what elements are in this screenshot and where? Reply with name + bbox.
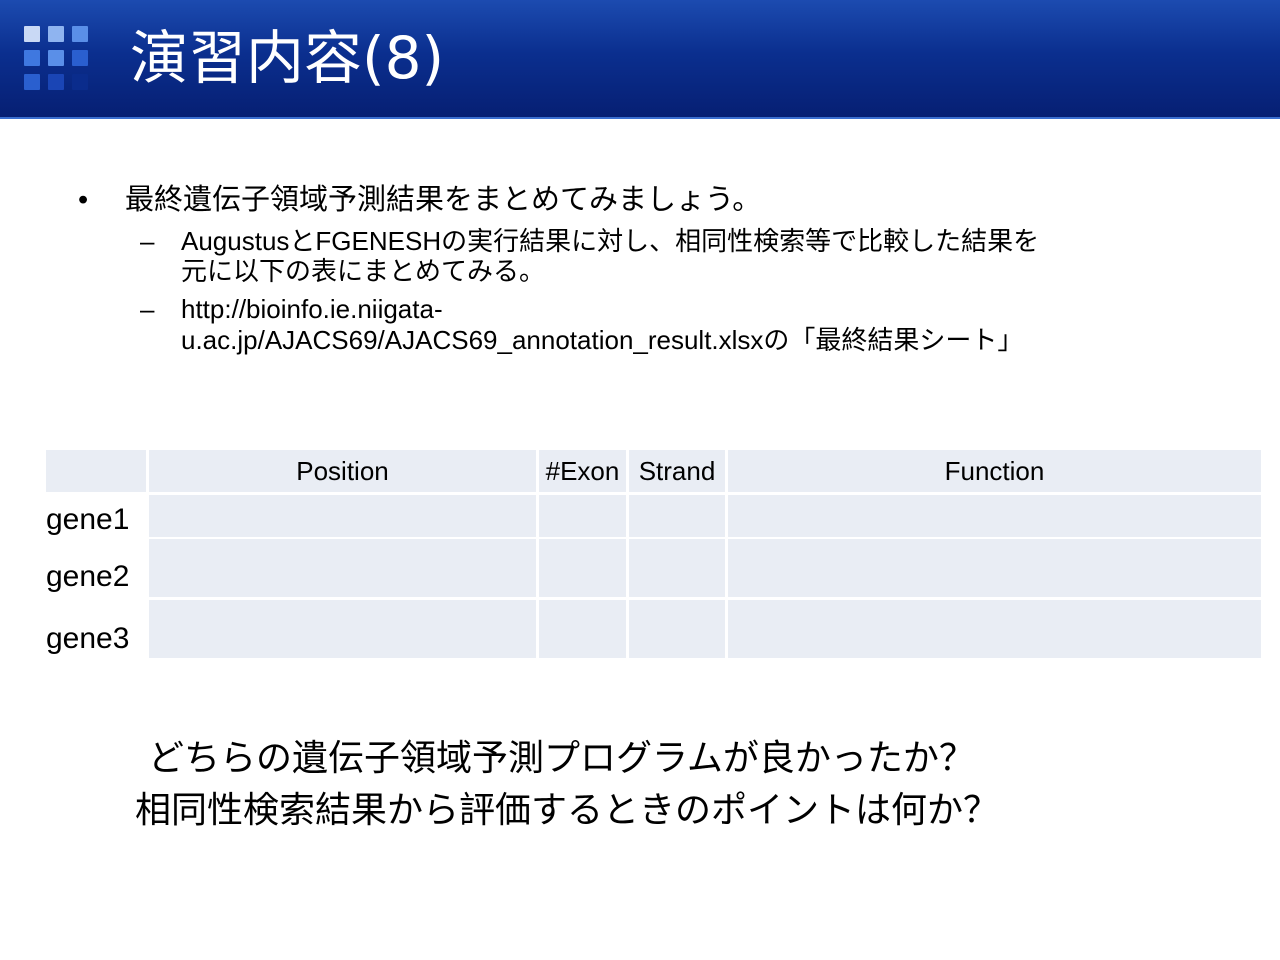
table-cell [728, 600, 1261, 658]
table-header-position: Position [149, 450, 536, 492]
table-cell [149, 539, 536, 597]
table-cell [629, 600, 725, 658]
table-row-label: gene3 [46, 622, 130, 655]
sub-bullet-1-line-2: 元に以下の表にまとめてみる。 [181, 256, 546, 286]
logo-grid-icon [24, 26, 94, 96]
table-header-strand: Strand [629, 450, 725, 492]
slide-header: 演習内容(8) [0, 0, 1280, 119]
table-cell [149, 600, 536, 658]
sub-bullet-dash: – [140, 294, 155, 324]
bullet-main-text: 最終遺伝子領域予測結果をまとめてみましょう。 [125, 184, 762, 216]
slide-title: 演習内容(8) [130, 24, 445, 92]
bullet-mark: • [78, 184, 89, 216]
table-cell [539, 600, 626, 658]
table-cell [539, 495, 626, 537]
question-1: どちらの遺伝子領域予測プログラムが良かったか？ [148, 738, 975, 779]
table-header-exon: #Exon [539, 450, 626, 492]
sub-bullet-2-url-line-1: http://bioinfo.ie.niigata- [181, 294, 443, 324]
table-cell [629, 495, 725, 537]
table-cell [539, 539, 626, 597]
results-table: Position #Exon Strand Function gene1 gen… [46, 450, 1261, 658]
question-2: 相同性検索結果から評価するときのポイントは何か？ [135, 790, 1000, 831]
table-cell [728, 539, 1261, 597]
sub-bullet-1-line-1: AugustusとFGENESHの実行結果に対し、相同性検索等で比較した結果を [181, 226, 1040, 256]
sub-bullet-dash: – [140, 226, 155, 256]
table-header-function: Function [728, 450, 1261, 492]
table-row-label: gene2 [46, 560, 130, 593]
table-cell [728, 495, 1261, 537]
table-header-corner [46, 450, 146, 492]
table-row-label: gene1 [46, 503, 130, 536]
table-cell [629, 539, 725, 597]
table-cell [149, 495, 536, 537]
sub-bullet-2-url-line-2: u.ac.jp/AJACS69/AJACS69_annotation_resul… [181, 325, 1024, 355]
